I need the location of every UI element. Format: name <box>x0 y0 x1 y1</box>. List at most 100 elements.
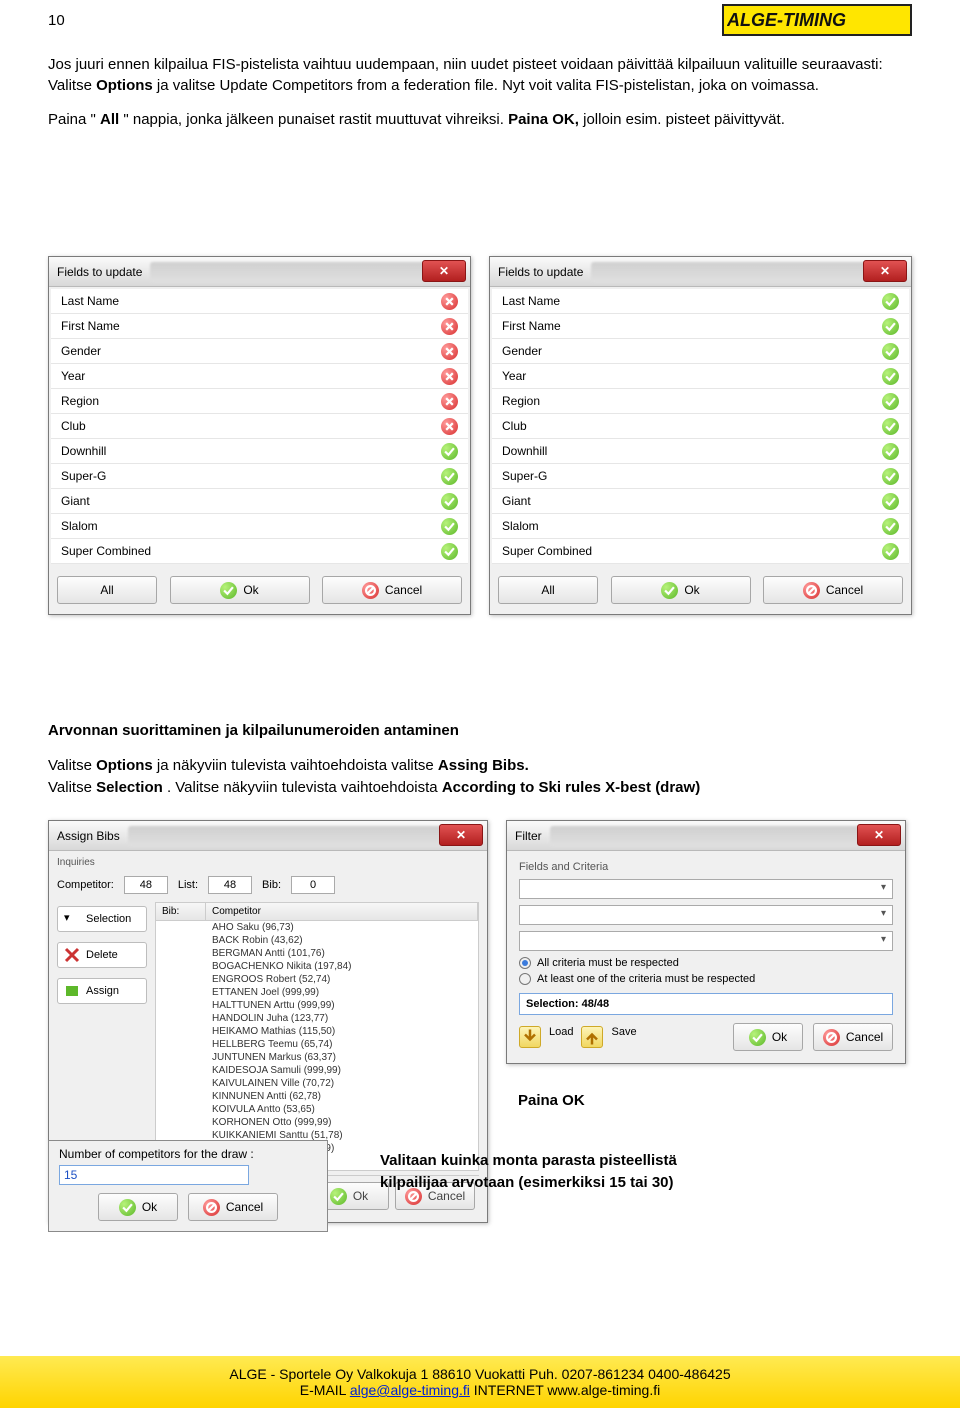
titlebar: Fields to update ✕ <box>490 257 911 287</box>
list-item[interactable]: JUNTUNEN Markus (63,37) <box>156 1051 478 1064</box>
num-input[interactable] <box>59 1165 249 1185</box>
list-input[interactable] <box>208 876 252 894</box>
delete-button[interactable]: Delete <box>57 942 147 968</box>
field-label: Super-G <box>61 469 441 483</box>
cancel-button[interactable]: Cancel <box>188 1193 278 1221</box>
titlebar-blur <box>550 826 897 846</box>
text-bold: All <box>100 111 119 128</box>
list-item[interactable]: KOIVULA Antto (53,65) <box>156 1103 478 1116</box>
cancel-button[interactable]: Cancel <box>763 576 903 604</box>
criteria-combo-3[interactable] <box>519 931 893 951</box>
cancel-button[interactable]: Cancel <box>813 1023 893 1051</box>
field-row[interactable]: Downhill <box>51 439 468 464</box>
check-icon <box>441 543 458 560</box>
x-icon <box>441 293 458 310</box>
check-icon <box>882 393 899 410</box>
check-icon <box>882 293 899 310</box>
close-icon[interactable]: ✕ <box>857 824 901 846</box>
list-item[interactable]: HEIKAMO Mathias (115,50) <box>156 1025 478 1038</box>
close-icon[interactable]: ✕ <box>863 260 907 282</box>
field-row[interactable]: Club <box>51 414 468 439</box>
close-icon[interactable]: ✕ <box>422 260 466 282</box>
field-row[interactable]: Last Name <box>51 289 468 314</box>
field-label: Last Name <box>502 294 882 308</box>
field-label: Downhill <box>502 444 882 458</box>
field-label: Gender <box>502 344 882 358</box>
radio-all-criteria[interactable]: All criteria must be respected <box>519 957 893 969</box>
field-label: Slalom <box>502 519 882 533</box>
all-button[interactable]: All <box>57 576 157 604</box>
field-row[interactable]: First Name <box>492 314 909 339</box>
list-item[interactable]: KAIVULAINEN Ville (70,72) <box>156 1077 478 1090</box>
footer-line1: ALGE - Sportele Oy Valkokuja 1 88610 Vuo… <box>229 1366 730 1382</box>
list-item[interactable]: BOGACHENKO Nikita (197,84) <box>156 960 478 973</box>
field-row[interactable]: Super-G <box>51 464 468 489</box>
field-row[interactable]: Slalom <box>492 514 909 539</box>
competitor-list: Bib: Competitor AHO Saku (96,73)BACK Rob… <box>155 902 479 1171</box>
criteria-combo-1[interactable] <box>519 879 893 899</box>
field-row[interactable]: Giant <box>492 489 909 514</box>
field-row[interactable]: Club <box>492 414 909 439</box>
field-row[interactable]: Region <box>51 389 468 414</box>
text-bold: According to Ski rules X-best (draw) <box>442 779 700 796</box>
selection-button[interactable]: ▾Selection <box>57 906 147 932</box>
field-row[interactable]: Region <box>492 389 909 414</box>
ok-button[interactable]: Ok <box>733 1023 803 1051</box>
check-icon <box>882 343 899 360</box>
ok-button[interactable]: Ok <box>98 1193 178 1221</box>
close-icon[interactable]: ✕ <box>439 824 483 846</box>
list-item[interactable]: KINNUNEN Antti (62,78) <box>156 1090 478 1103</box>
chevron-down-icon: ▾ <box>64 911 80 927</box>
list-item[interactable]: KORHONEN Otto (999,99) <box>156 1116 478 1129</box>
list-item[interactable]: HANDOLIN Juha (123,77) <box>156 1012 478 1025</box>
check-icon <box>882 468 899 485</box>
assign-button[interactable]: Assign <box>57 978 147 1004</box>
ok-button[interactable]: Ok <box>170 576 310 604</box>
text-bold: Options <box>96 77 153 94</box>
list-item[interactable]: KAIDESOJA Samuli (999,99) <box>156 1064 478 1077</box>
field-row[interactable]: Super-G <box>492 464 909 489</box>
footer-email-link[interactable]: alge@alge-timing.fi <box>350 1382 470 1398</box>
field-row[interactable]: Super Combined <box>492 539 909 564</box>
field-label: Super-G <box>502 469 882 483</box>
field-row[interactable]: First Name <box>51 314 468 339</box>
group-label: Inquiries <box>57 857 479 868</box>
list-item[interactable]: BACK Robin (43,62) <box>156 934 478 947</box>
field-row[interactable]: Gender <box>492 339 909 364</box>
list-item[interactable]: ENGROOS Robert (52,74) <box>156 973 478 986</box>
field-row[interactable]: Downhill <box>492 439 909 464</box>
col-competitor: Competitor <box>206 903 478 920</box>
list-item[interactable]: HALTTUNEN Arttu (999,99) <box>156 999 478 1012</box>
cancel-button[interactable]: Cancel <box>322 576 462 604</box>
list-item[interactable]: ETTANEN Joel (999,99) <box>156 986 478 999</box>
text-bold: Paina OK, <box>508 111 579 128</box>
label: Number of competitors for the draw : <box>59 1147 317 1161</box>
list-item[interactable]: BERGMAN Antti (101,76) <box>156 947 478 960</box>
field-row[interactable]: Gender <box>51 339 468 364</box>
radio-at-least-one[interactable]: At least one of the criteria must be res… <box>519 973 893 985</box>
ok-button[interactable]: Ok <box>611 576 751 604</box>
field-row[interactable]: Giant <box>51 489 468 514</box>
list-item[interactable]: AHO Saku (96,73) <box>156 921 478 934</box>
bib-input[interactable] <box>291 876 335 894</box>
mid-section: Arvonnan suorittaminen ja kilpailunumero… <box>48 720 912 798</box>
list-item[interactable]: HELLBERG Teemu (65,74) <box>156 1038 478 1051</box>
x-icon <box>441 393 458 410</box>
field-row[interactable]: Last Name <box>492 289 909 314</box>
save-button[interactable]: Save <box>611 1026 636 1048</box>
field-row[interactable]: Year <box>492 364 909 389</box>
check-icon <box>882 518 899 535</box>
radio-icon <box>519 973 531 985</box>
field-row[interactable]: Super Combined <box>51 539 468 564</box>
window-title: Fields to update <box>57 265 142 279</box>
criteria-combo-2[interactable] <box>519 905 893 925</box>
text-bold: Assing Bibs. <box>438 757 529 774</box>
check-icon <box>661 582 678 599</box>
field-row[interactable]: Year <box>51 364 468 389</box>
check-icon <box>220 582 237 599</box>
all-button[interactable]: All <box>498 576 598 604</box>
x-icon <box>441 368 458 385</box>
load-button[interactable]: Load <box>549 1026 573 1048</box>
competitor-input[interactable] <box>124 876 168 894</box>
field-row[interactable]: Slalom <box>51 514 468 539</box>
